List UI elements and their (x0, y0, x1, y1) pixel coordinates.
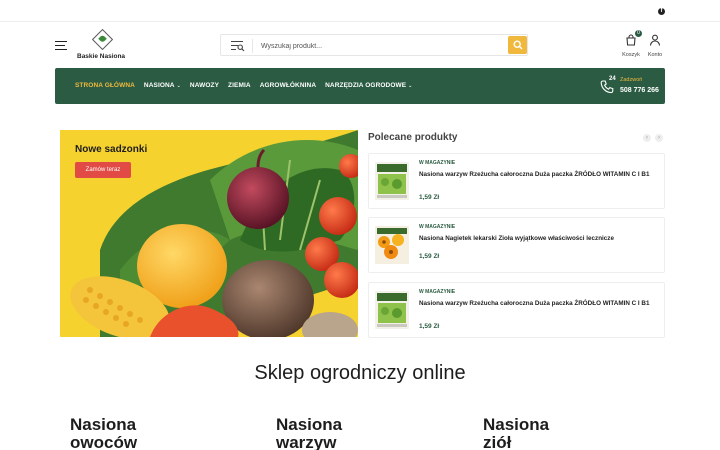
main-navigation: STRONA GŁÓWNA NASIONA ⌄ NAWOZY ZIEMIA AGROWŁÓ… (55, 68, 665, 104)
category-line: ziół (483, 433, 512, 450)
search-input[interactable] (261, 39, 501, 53)
category-vegetable-seeds[interactable]: Nasiona warzyw (276, 416, 396, 450)
section-title: Sklep ogrodniczy online (254, 362, 466, 384)
nav-item-label: AGROWŁÓKNINA (259, 82, 317, 89)
user-icon (649, 34, 661, 46)
nav-item-label: ZIEMIA (228, 82, 251, 89)
stock-status: W MAGAZYNIE (419, 224, 456, 230)
logo-text: Baskie Nasiona (77, 53, 126, 60)
product-name[interactable]: Nasiona warzyw Rzeżucha całoroczna Duża … (419, 299, 659, 309)
stock-status: W MAGAZYNIE (419, 160, 456, 166)
account-button[interactable]: Konto (643, 33, 667, 58)
chevron-left-icon[interactable]: ‹ (643, 134, 651, 142)
cart-count-badge: 0 (635, 30, 642, 37)
logo-mark-icon (91, 28, 114, 51)
product-card[interactable]: W MAGAZYNIE Nasiona warzyw Rzeżucha cało… (368, 153, 665, 209)
hamburger-icon[interactable] (55, 41, 67, 50)
nav-item-label: NASIONA (143, 82, 175, 89)
product-name[interactable]: Nasiona Nagietek lekarski Zioła wyjątkow… (419, 234, 659, 244)
category-line: warzyw (276, 433, 337, 450)
category-herb-seeds[interactable]: Nasiona ziół (483, 416, 603, 450)
nav-item[interactable]: AGROWŁÓKNINA (260, 82, 316, 89)
product-price: 1,59 Zł (419, 253, 440, 260)
account-label: Konto (647, 52, 663, 58)
chevron-down-icon: ⌄ (408, 83, 413, 89)
nav-item-label: STRONA GŁÓWNA (75, 82, 135, 89)
category-line: Nasiona (483, 415, 550, 434)
search-icon (513, 40, 523, 50)
search-bar (220, 34, 528, 56)
recommended-title: Polecane produkty (368, 132, 458, 143)
product-card[interactable]: W MAGAZYNIE Nasiona Nagietek lekarski Zi… (368, 217, 665, 273)
call-number[interactable]: 508 776 266 (620, 87, 659, 94)
search-divider (252, 39, 253, 53)
banner-title: Nowe sadzonki (75, 144, 148, 155)
order-now-button[interactable]: Zamów teraz (75, 162, 131, 178)
filter-icon[interactable] (231, 41, 245, 52)
category-fruit-seeds[interactable]: Nasiona owoców (70, 416, 190, 450)
category-line: owoców (70, 433, 138, 450)
facebook-icon[interactable]: f (658, 8, 665, 15)
product-image[interactable] (375, 291, 409, 329)
nav-item[interactable]: NARZĘDZIA OGRODOWE ⌄ (325, 82, 412, 89)
product-name[interactable]: Nasiona warzyw Rzeżucha całoroczna Duża … (419, 170, 659, 180)
search-button[interactable] (508, 36, 527, 54)
product-image[interactable] (375, 226, 409, 264)
stock-status: W MAGAZYNIE (419, 289, 456, 295)
product-price: 1,59 Zł (419, 194, 440, 201)
chevron-down-icon: ⌄ (176, 83, 181, 89)
call-24-label: 24 (609, 76, 616, 82)
nav-item[interactable]: NAWOZY (190, 82, 219, 89)
nav-item[interactable]: NASIONA ⌄ (144, 82, 181, 89)
top-strip: f (0, 0, 720, 22)
nav-item-label: NAWOZY (189, 82, 220, 89)
category-line: Nasiona (70, 415, 137, 434)
product-image[interactable] (375, 162, 409, 200)
nav-item[interactable]: STRONA GŁÓWNA (75, 82, 135, 89)
nav-item[interactable]: ZIEMIA (228, 82, 251, 89)
category-line: Nasiona (276, 415, 343, 434)
nav-item-label: NARZĘDZIA OGRODOWE (325, 82, 407, 89)
product-card[interactable]: W MAGAZYNIE Nasiona warzyw Rzeżucha cało… (368, 282, 665, 338)
hero-banner[interactable]: Nowe sadzonki Zamów teraz (60, 130, 358, 337)
logo[interactable]: Baskie Nasiona (76, 28, 128, 62)
product-price: 1,59 Zł (419, 323, 440, 330)
page: f Baskie Nasiona 0 Koszyk Konto STRONA G… (0, 0, 720, 450)
call-label: Zadzwoń (620, 77, 643, 83)
cart-button[interactable]: 0 Koszyk (619, 30, 643, 58)
nav-menu: STRONA GŁÓWNA NASIONA ⌄ NAWOZY ZIEMIA AGROWŁÓ… (75, 82, 421, 89)
chevron-right-icon[interactable]: › (655, 134, 663, 142)
cart-label: Koszyk (622, 52, 640, 58)
